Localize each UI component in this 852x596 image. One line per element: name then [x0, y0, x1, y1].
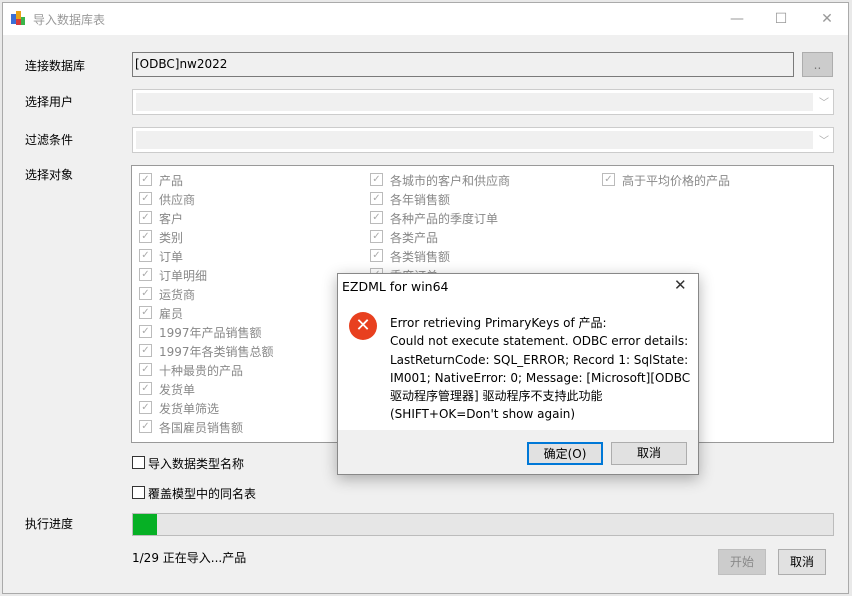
message-line: LastReturnCode: SQL_ERROR; Record 1: Sql…: [390, 352, 689, 367]
object-checkbox[interactable]: ✓: [139, 173, 152, 186]
message-line: (SHIFT+OK=Don't show again): [390, 407, 576, 422]
db-connection-field[interactable]: [ODBC]nw2022: [132, 52, 794, 77]
maximize-button[interactable]: ☐: [771, 9, 791, 29]
object-item-label: 各类销售额: [390, 250, 451, 264]
object-checkbox[interactable]: ✓: [370, 211, 383, 224]
object-item-label: 供应商: [159, 193, 196, 207]
overwrite-tables-checkbox[interactable]: [132, 486, 145, 499]
object-item-label: 各国雇员销售额: [159, 421, 244, 435]
progress-fill: [133, 514, 158, 535]
object-checkbox[interactable]: ✓: [139, 401, 152, 414]
object-item-label: 发货单筛选: [159, 402, 220, 416]
object-checkbox[interactable]: ✓: [370, 192, 383, 205]
import-type-names-checkbox[interactable]: [132, 456, 145, 469]
object-checkbox[interactable]: ✓: [139, 287, 152, 300]
object-checkbox[interactable]: ✓: [139, 268, 152, 281]
user-label: 选择用户: [25, 95, 74, 109]
object-item-label: 各类产品: [390, 231, 439, 245]
browse-db-button[interactable]: ..: [802, 52, 833, 77]
object-checkbox[interactable]: ✓: [139, 306, 152, 319]
object-item-label: 1997年产品销售额: [159, 326, 262, 340]
message-line: Could not execute statement. ODBC error …: [390, 334, 689, 349]
object-checkbox[interactable]: ✓: [370, 249, 383, 262]
title-bar: 导入数据库表 — ☐ ✕: [3, 3, 848, 35]
object-checkbox[interactable]: ✓: [602, 173, 615, 186]
dialog-footer: 确定(O) 取消: [338, 430, 698, 474]
cancel-button[interactable]: 取消: [778, 549, 826, 575]
object-item-label: 客户: [159, 212, 184, 226]
object-item-label: 1997年各类销售总额: [159, 345, 274, 359]
progress-bar: [132, 513, 834, 536]
object-item-label: 各年销售额: [390, 193, 451, 207]
message-line: 驱动程序管理器] 驱动程序不支持此功能: [390, 389, 603, 404]
close-button[interactable]: ✕: [817, 9, 837, 29]
object-item-label: 类别: [159, 231, 184, 245]
db-label: 连接数据库: [25, 59, 86, 73]
chevron-down-icon: ﹀: [819, 136, 829, 147]
error-message: Error retrieving PrimaryKeys of 产品: Could…: [390, 314, 695, 424]
start-button[interactable]: 开始: [718, 549, 766, 575]
dialog-cancel-button[interactable]: 取消: [611, 442, 687, 465]
error-icon: ✕: [349, 312, 377, 340]
object-checkbox[interactable]: ✓: [139, 211, 152, 224]
object-checkbox[interactable]: ✓: [370, 230, 383, 243]
dialog-title: EZDML for win64: [342, 279, 449, 294]
object-checkbox[interactable]: ✓: [139, 249, 152, 262]
object-checkbox[interactable]: ✓: [139, 363, 152, 376]
object-checkbox[interactable]: ✓: [139, 382, 152, 395]
object-item-label: 订单明细: [159, 269, 208, 283]
object-item-label: 雇员: [159, 307, 184, 321]
dialog-close-button[interactable]: ✕: [674, 276, 687, 294]
object-checkbox[interactable]: ✓: [139, 192, 152, 205]
chevron-down-icon: ﹀: [819, 98, 829, 109]
filter-label: 过滤条件: [25, 133, 74, 147]
object-checkbox[interactable]: ✓: [370, 173, 383, 186]
object-item-label: 各城市的客户和供应商: [390, 174, 511, 188]
object-item-label: 各种产品的季度订单: [390, 212, 499, 226]
overwrite-tables-label: 覆盖模型中的同名表: [148, 487, 257, 501]
object-checkbox[interactable]: ✓: [139, 325, 152, 338]
filter-select[interactable]: ﹀: [132, 127, 834, 153]
user-select[interactable]: ﹀: [132, 89, 834, 115]
error-dialog: EZDML for win64 ✕ ✕ Error retrieving Pri…: [337, 273, 699, 475]
minimize-button[interactable]: —: [727, 9, 747, 29]
object-checkbox[interactable]: ✓: [139, 344, 152, 357]
object-item-label: 发货单: [159, 383, 196, 397]
object-item-label: 十种最贵的产品: [159, 364, 244, 378]
app-icon: [11, 11, 25, 25]
object-item-label: 高于平均价格的产品: [622, 174, 731, 188]
object-checkbox[interactable]: ✓: [139, 230, 152, 243]
object-item-label: 订单: [159, 250, 184, 264]
db-value: [ODBC]nw2022: [135, 57, 228, 71]
message-line: Error retrieving PrimaryKeys of 产品:: [390, 316, 607, 330]
ok-button[interactable]: 确定(O): [527, 442, 603, 465]
status-text: 1/29 正在导入...产品: [132, 551, 247, 565]
object-item-label: 产品: [159, 174, 184, 188]
window-title: 导入数据库表: [33, 13, 106, 27]
object-checkbox[interactable]: ✓: [139, 420, 152, 433]
import-type-names-label: 导入数据类型名称: [148, 457, 245, 471]
message-line: IM001; NativeError: 0; Message: [Microso…: [390, 370, 691, 385]
progress-label: 执行进度: [25, 517, 74, 531]
objects-label: 选择对象: [25, 168, 74, 182]
object-item-label: 运货商: [159, 288, 196, 302]
